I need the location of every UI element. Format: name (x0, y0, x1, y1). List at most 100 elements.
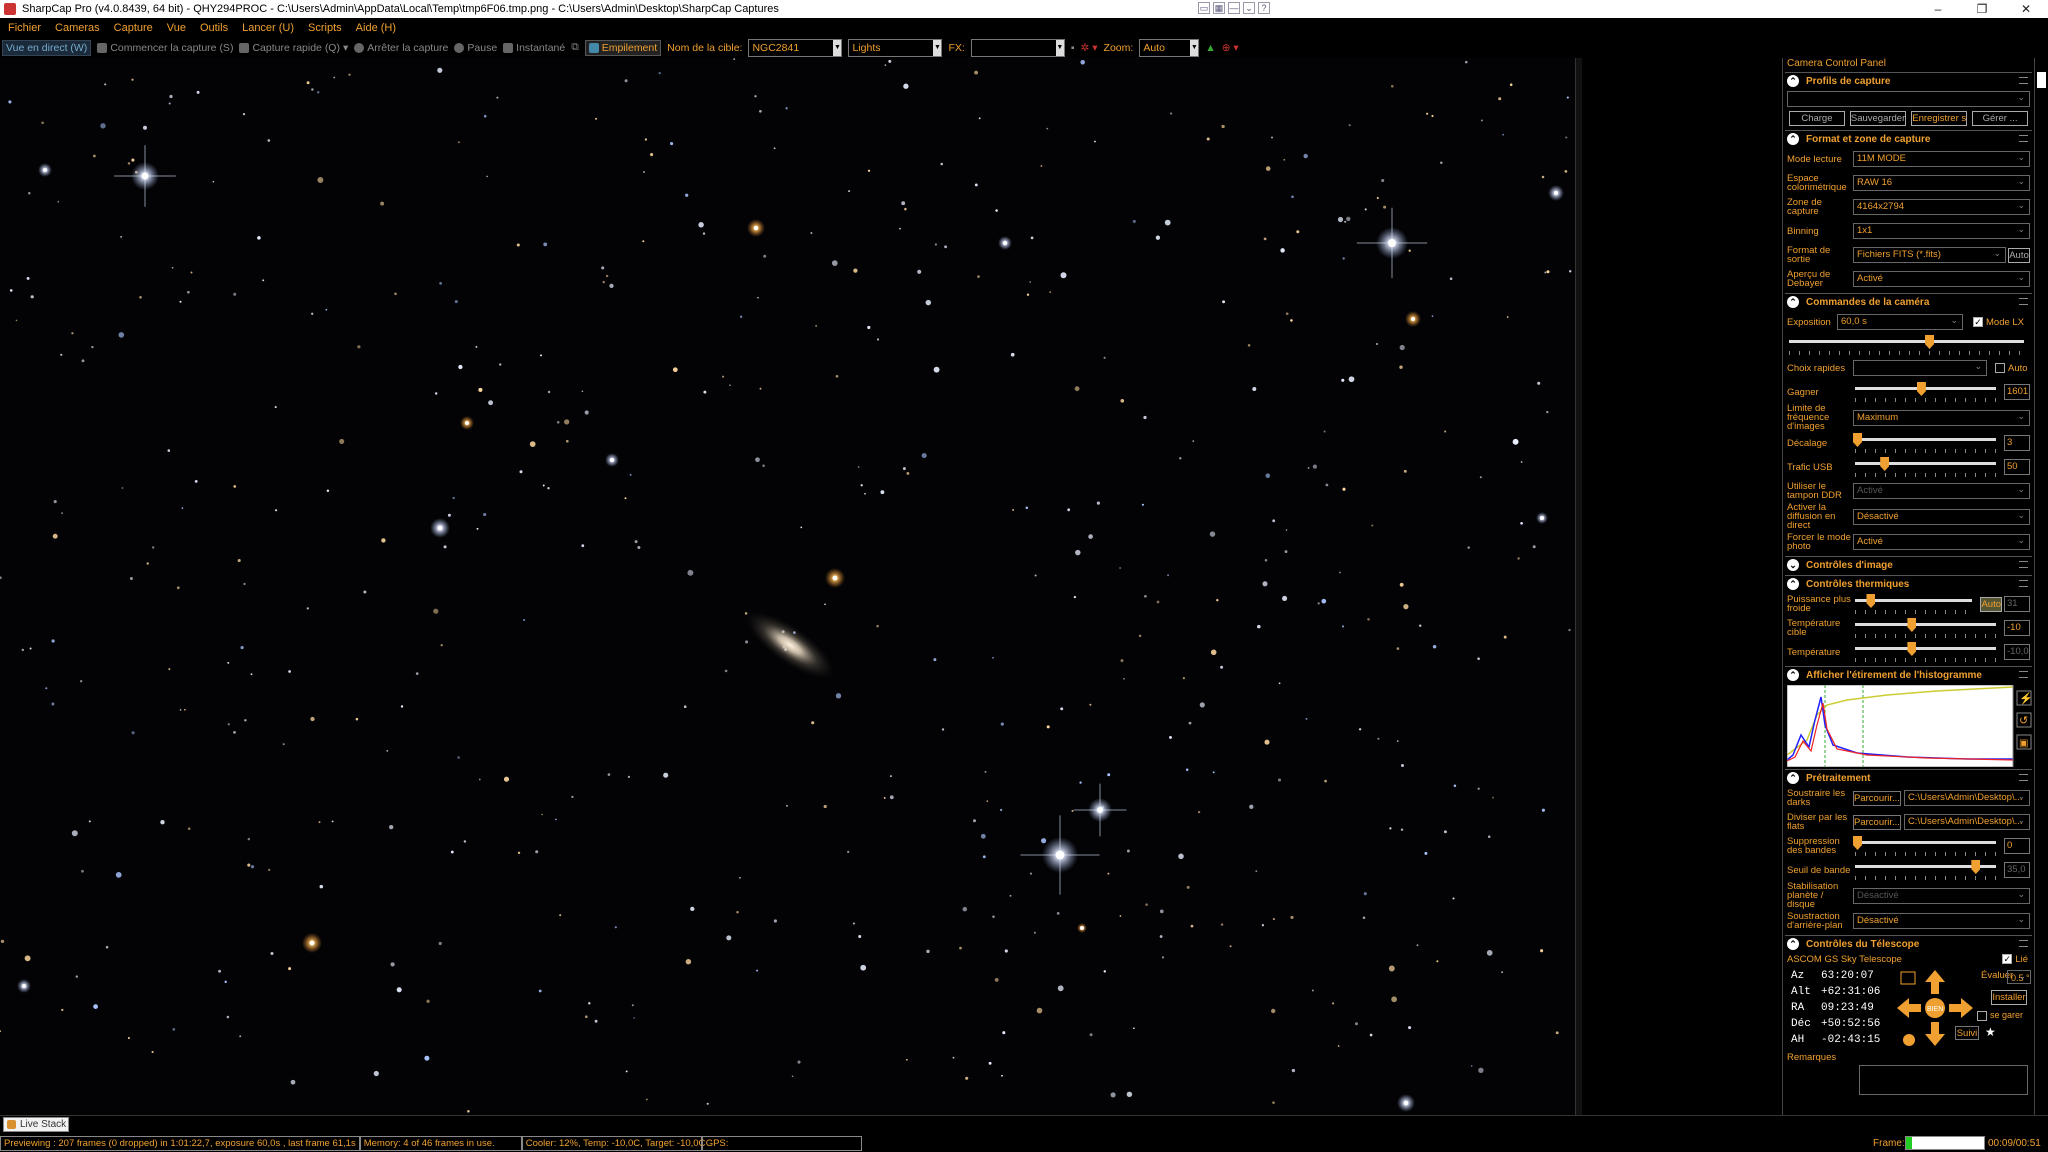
minimize-button[interactable]: – (1916, 0, 1960, 18)
menu-icon[interactable] (2019, 298, 2028, 305)
menu-icon[interactable] (2019, 774, 2028, 781)
darks-path-select[interactable]: C:\Users\Admin\Desktop\... (1903, 789, 2030, 806)
camera-select[interactable]: Désactivé (1853, 508, 2030, 525)
pause-button[interactable]: Pause (454, 42, 497, 54)
stabilization-select[interactable]: Désactivé (1853, 887, 2030, 904)
save-profile-button[interactable]: Sauvegarder (1849, 111, 1907, 126)
chevron-down-icon[interactable]: ⌄ (1243, 2, 1255, 14)
binning-select[interactable]: 1x1 (1853, 222, 2030, 239)
minimize-panel-icon[interactable]: — (1228, 2, 1240, 14)
track-button[interactable]: Suivi (1955, 1026, 1979, 1040)
zoom-tool-icon[interactable]: ⊕ ▾ (1222, 42, 1239, 54)
slider-knob[interactable] (1916, 382, 1926, 396)
park-checkbox[interactable]: se garer (1977, 1010, 2023, 1021)
menu-icon[interactable] (2019, 135, 2028, 142)
debayer-preview-select[interactable]: Activé (1853, 270, 2030, 287)
browse-flats-button[interactable]: Parcourir... (1853, 814, 1901, 830)
camera-slider[interactable] (1853, 432, 1998, 454)
quick-choice-select[interactable] (1853, 359, 1987, 376)
panel-scrollbar[interactable] (2034, 58, 2048, 1115)
help-icon[interactable]: ? (1258, 2, 1270, 14)
menu-lancer[interactable]: Lancer (U) (242, 22, 294, 34)
camera-select[interactable]: Activé (1853, 482, 2030, 499)
notes-textarea[interactable] (1859, 1065, 2028, 1095)
frame-type-select[interactable]: Lights ▼ (848, 38, 943, 57)
menu-capture[interactable]: Capture (114, 22, 153, 34)
camera-select[interactable]: Activé (1853, 533, 2030, 550)
histogram-header[interactable]: ⌃ Afficher l'étirement de l'histogramme (1785, 666, 2032, 683)
fx-select[interactable]: ▼ (970, 38, 1065, 57)
camera-value[interactable]: 3 (2004, 435, 2030, 451)
thermal-slider[interactable] (1853, 593, 1974, 615)
menu-icon[interactable] (2019, 580, 2028, 587)
band-suppression-slider[interactable] (1853, 835, 1998, 857)
sequence-icon[interactable]: ⧉ (571, 41, 579, 54)
histogram-icon[interactable]: ▲ (1205, 42, 1215, 54)
output-format-select[interactable]: Fichiers FITS (*.fits) (1853, 246, 2006, 263)
menu-vue[interactable]: Vue (167, 22, 186, 34)
slider-knob[interactable] (1907, 642, 1917, 656)
output-auto-button[interactable]: Auto (2008, 247, 2030, 263)
profile-select[interactable] (1787, 90, 2030, 107)
restore-layout-icon[interactable]: ▭ (1198, 2, 1210, 14)
menu-icon[interactable] (2019, 561, 2028, 568)
thermal-value[interactable]: 31 (2004, 596, 2030, 612)
slider-knob[interactable] (1880, 457, 1890, 471)
scroll-thumb[interactable] (2037, 72, 2046, 88)
histogram-stretch[interactable]: ⚡ ↺ ▣ (1786, 684, 2033, 768)
browse-darks-button[interactable]: Parcourir... (1853, 790, 1901, 806)
thermal-header[interactable]: ⌃ Contrôles thermiques (1785, 575, 2032, 592)
background-select[interactable]: Désactivé (1853, 912, 2030, 929)
menu-cameras[interactable]: Cameras (55, 22, 100, 34)
thermal-slider[interactable] (1853, 641, 1998, 663)
telescope-header[interactable]: ⌃ Contrôles du Télescope (1785, 935, 2032, 952)
camera-header[interactable]: ⌃ Commandes de la caméra (1785, 293, 2032, 310)
fx-settings-icon[interactable]: ▪ (1071, 42, 1075, 54)
install-button[interactable]: Installer (1991, 990, 2027, 1005)
linked-checkbox[interactable]: ✓ Lié (2002, 954, 2028, 965)
start-capture-button[interactable]: Commencer la capture (S) (97, 42, 233, 54)
save-as-profile-button[interactable]: Enregistrer s (1911, 111, 1968, 126)
slider-knob[interactable] (1925, 335, 1934, 349)
colour-space-select[interactable]: RAW 16 (1853, 174, 2030, 191)
profiles-header[interactable]: ⌃ Profils de capture (1785, 72, 2032, 89)
image-viewport[interactable] (0, 58, 1576, 1115)
reticle-icon[interactable]: ✲ ▾ (1081, 42, 1098, 54)
camera-value[interactable]: 1601 (2004, 384, 2030, 400)
band-threshold-slider[interactable] (1853, 859, 1998, 881)
image-controls-header[interactable]: ⌄ Contrôles d'image (1785, 556, 2032, 573)
auto-exposure-checkbox[interactable]: Auto (1995, 363, 2028, 374)
close-button[interactable]: ✕ (2004, 0, 2048, 18)
exposure-slider[interactable] (1787, 334, 2026, 356)
menu-outils[interactable]: Outils (200, 22, 228, 34)
live-view-button[interactable]: Vue en direct (W) (2, 39, 92, 56)
camera-slider[interactable] (1853, 456, 1998, 478)
camera-slider[interactable] (1853, 381, 1998, 403)
capture-area-select[interactable]: 4164x2794 (1853, 198, 2030, 215)
lx-mode-checkbox[interactable]: ✓ Mode LX (1973, 317, 2024, 328)
snapshot-button[interactable]: Instantané (503, 42, 565, 54)
stacking-button[interactable]: Empilement (584, 39, 662, 56)
live-stack-tab[interactable]: Live Stack (3, 1117, 69, 1132)
slider-knob[interactable] (1866, 594, 1876, 608)
band-threshold-value[interactable]: 35,0 (2004, 862, 2030, 878)
load-profile-button[interactable]: Charge (1789, 111, 1845, 126)
menu-icon[interactable] (2019, 671, 2028, 678)
slew-rate-select[interactable]: 0.5 ° (2007, 969, 2031, 984)
slider-knob[interactable] (1853, 433, 1862, 447)
thermal-value[interactable]: -10,0 (2004, 644, 2030, 660)
format-header[interactable]: ⌃ Format et zone de capture (1785, 130, 2032, 147)
camera-value[interactable]: 50 (2004, 459, 2030, 475)
camera-select[interactable]: Maximum (1853, 409, 2030, 426)
manage-profiles-button[interactable]: Gérer ... (1972, 111, 2028, 126)
quick-capture-button[interactable]: Capture rapide (Q) ▾ (239, 42, 348, 54)
menu-fichier[interactable]: Fichier (8, 22, 41, 34)
preprocess-header[interactable]: ⌃ Prétraitement (1785, 769, 2032, 786)
slider-knob[interactable] (1853, 836, 1862, 850)
slider-knob[interactable] (1971, 860, 1981, 874)
thermal-slider[interactable] (1853, 617, 1998, 639)
menu-scripts[interactable]: Scripts (308, 22, 342, 34)
cooler-auto-button[interactable]: Auto (1980, 596, 2002, 612)
exposure-input[interactable]: 60,0 s (1837, 313, 1963, 330)
thermal-value[interactable]: -10 (2004, 620, 2030, 636)
